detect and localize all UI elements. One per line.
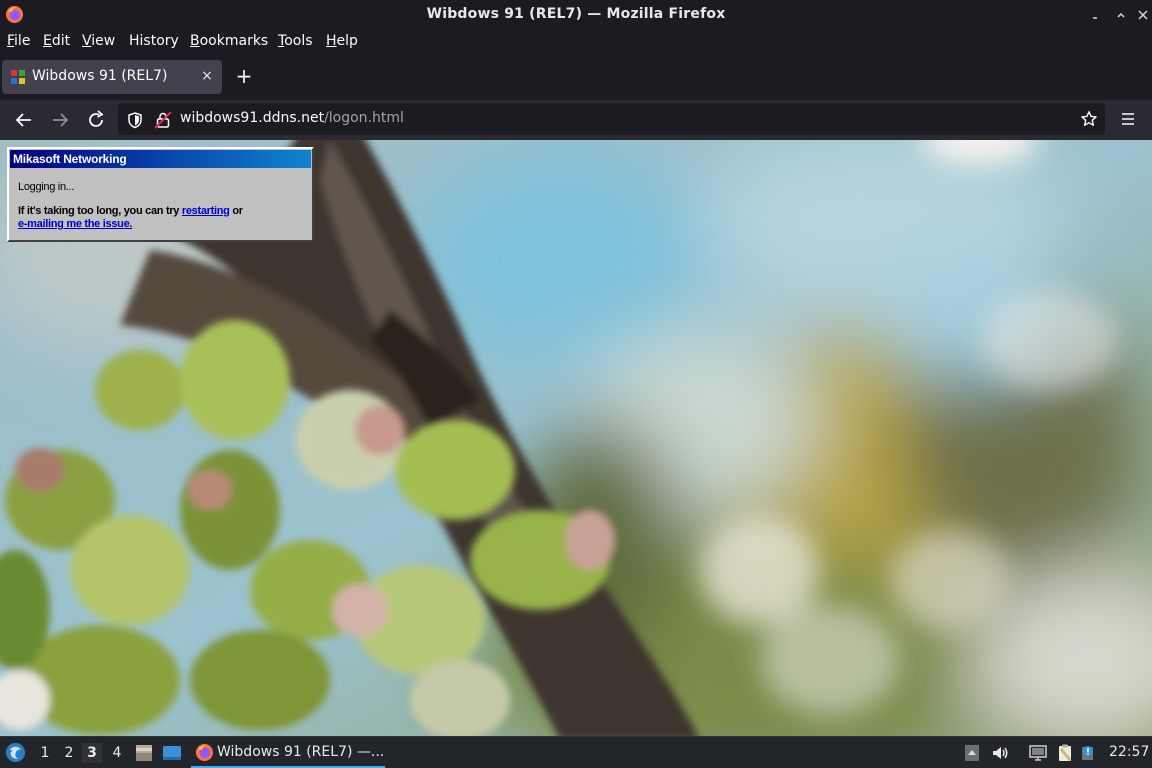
close-window-button[interactable] (1134, 6, 1152, 24)
tab-close-button[interactable]: × (198, 67, 216, 85)
minimize-button[interactable] (1088, 6, 1106, 24)
minimize-icon (1093, 17, 1097, 19)
volume-icon[interactable] (990, 743, 1010, 763)
dialog-title: Mikasoft Networking (10, 150, 311, 168)
dialog-message: If it's taking too long, you can try res… (18, 205, 303, 231)
menu-history[interactable]: History (129, 33, 179, 49)
clipboard-icon[interactable] (1055, 743, 1075, 763)
taskbar-firefox-window[interactable]: Wibdows 91 (REL7) —... (191, 738, 385, 768)
workspace-2[interactable]: 2 (59, 743, 79, 763)
menu-file[interactable]: File (7, 33, 30, 49)
tab-wibdows[interactable]: Wibdows 91 (REL7) × (2, 60, 222, 94)
network-icon[interactable] (1028, 743, 1048, 763)
menu-bar: File Edit View History Bookmarks Tools H… (0, 30, 1152, 54)
tray-arrow-up-icon[interactable] (962, 743, 982, 763)
menu-view-accel: V (82, 33, 92, 49)
taskbar-window-title: Wibdows 91 (REL7) —... (217, 744, 385, 760)
menu-history-label: History (129, 33, 179, 49)
menu-edit-accel: E (43, 33, 52, 49)
menu-view-label: iew (91, 33, 116, 49)
url-text: wibdows91.ddns.net/logon.html (180, 110, 404, 126)
workspace-3[interactable]: 3 (82, 743, 102, 763)
firefox-logo-icon (195, 743, 214, 762)
menu-help-label: elp (336, 33, 358, 49)
menu-tools[interactable]: Tools (278, 33, 313, 49)
menu-bookmarks-label: ookmarks (199, 33, 269, 49)
url-path: /logon.html (324, 110, 404, 126)
restart-link[interactable]: restarting (182, 205, 230, 217)
navigation-toolbar: wibdows91.ddns.net/logon.html (0, 100, 1152, 140)
application-menu-icon[interactable] (5, 742, 26, 763)
menu-file-accel: F (7, 33, 15, 49)
menu-edit-label: dit (51, 33, 71, 49)
close-icon (1138, 10, 1148, 20)
reload-icon[interactable] (84, 108, 108, 132)
menu-view[interactable]: View (82, 33, 115, 49)
url-host: wibdows91.ddns.net (180, 110, 325, 126)
site-favicon-icon (11, 70, 25, 84)
dialog-message-mid: or (229, 205, 243, 217)
file-manager-icon[interactable] (134, 743, 154, 763)
desktop-icon[interactable] (162, 743, 182, 763)
maximize-button[interactable] (1112, 6, 1130, 24)
window-titlebar: Wibdows 91 (REL7) — Mozilla Firefox (0, 0, 1152, 30)
tab-title: Wibdows 91 (REL7) (32, 68, 168, 84)
lock-icon[interactable] (154, 111, 172, 129)
menu-help[interactable]: Help (326, 33, 358, 49)
menu-edit[interactable]: Edit (43, 33, 70, 49)
page-content: Mikasoft Networking Logging in... If it'… (0, 140, 1152, 736)
workspace-4[interactable]: 4 (107, 743, 127, 763)
taskbar-clock[interactable]: 22:57 (1109, 744, 1149, 760)
restore-icon (1117, 12, 1125, 18)
hamburger-icon[interactable] (1117, 109, 1139, 129)
star-icon[interactable] (1080, 110, 1098, 128)
dialog-status-text: Logging in... (18, 181, 75, 193)
new-tab-button[interactable]: + (233, 66, 255, 88)
tab-strip: Wibdows 91 (REL7) × + (0, 54, 1152, 100)
url-bar[interactable]: wibdows91.ddns.net/logon.html (118, 103, 1105, 135)
dialog-message-prefix: If it's taking too long, you can try (18, 205, 182, 217)
menu-tools-label: ools (284, 33, 313, 49)
notifications-icon[interactable] (1080, 743, 1100, 763)
arrow-right-icon[interactable] (48, 108, 72, 132)
menu-help-accel: H (326, 33, 337, 49)
menu-bookmarks[interactable]: Bookmarks (190, 33, 268, 49)
menu-bookmarks-accel: B (190, 33, 200, 49)
networking-dialog: Mikasoft Networking Logging in... If it'… (7, 147, 314, 242)
menu-file-label: ile (14, 33, 31, 49)
window-title: Wibdows 91 (REL7) — Mozilla Firefox (426, 6, 726, 22)
shield-icon[interactable] (126, 111, 144, 129)
email-issue-link[interactable]: e-mailing me the issue. (18, 218, 132, 230)
arrow-left-icon[interactable] (12, 108, 36, 132)
workspace-1[interactable]: 1 (35, 743, 55, 763)
taskbar: 1 2 3 4 Wibdows 91 (REL7) —... 22:57 (0, 736, 1152, 768)
